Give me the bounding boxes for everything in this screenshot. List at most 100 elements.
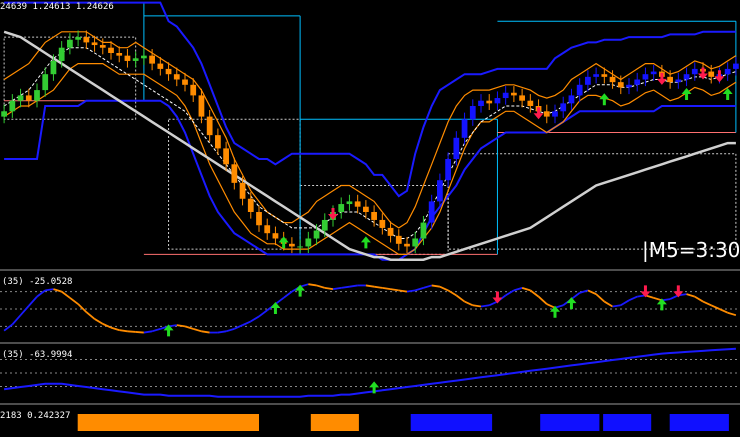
candle-body [691,68,698,75]
oscillator-segment [349,284,358,288]
candle-body [264,225,271,234]
oscillator-segment [398,289,408,293]
candle-body [75,37,81,40]
candle-body [683,74,690,80]
candle-body [297,246,303,248]
candle-body [338,204,345,212]
oscillator-segment [472,304,482,308]
candle-body [511,92,517,96]
oscillator-panel [0,283,740,337]
candle-body [437,180,443,202]
candle-body [239,182,246,199]
signal-block [669,414,729,431]
oscillator-segment [587,289,597,295]
oscillator-segment [332,287,342,291]
candle-body [354,201,361,207]
candle-body [733,63,739,69]
oscillator-segment [316,284,326,289]
candle-body [626,84,632,88]
oscillator-segment [250,315,260,323]
oscillator-segment [529,289,540,298]
oscillator-segment [513,287,523,292]
oscillator-segment [135,331,144,334]
candle-body [568,95,575,104]
candle-body [206,116,213,136]
oscillator-segment [274,297,285,305]
candle-body [519,95,525,101]
oscillator-segment [414,287,424,292]
candle-body [478,100,484,106]
candle-body [642,74,649,80]
candle-body [585,76,591,85]
candle-body [83,37,90,43]
candle-body [650,71,657,75]
candle-body [486,100,493,104]
oscillator-segment [19,305,30,316]
trading-chart: 24639 1.24613 1.24626 |M5=3:30 (35) -25.… [0,1,740,431]
oscillator-segment [431,284,441,288]
band-upper-line [4,1,736,198]
candle-body [724,68,731,75]
oscillator-segment [110,326,120,331]
oscillator-segment [669,294,679,300]
buy-arrow-icon [360,236,371,249]
candle-body [91,42,98,46]
dashed-box [447,153,737,250]
candle-body [50,60,57,75]
candle-body [395,235,402,244]
candle-body [601,74,608,77]
oscillator-segment [480,304,490,308]
oscillator-segment [628,295,638,302]
candle-body [34,90,40,101]
candle-body [256,212,262,226]
candle-body [708,71,715,77]
buy-arrow-icon [681,88,692,100]
oscillator-segment [53,288,62,293]
oscillator-segment [603,300,614,308]
oscillator-segment [365,284,375,288]
main-price-panel [1,1,739,261]
candle-body [116,53,123,56]
candle-body [165,68,172,75]
oscillator-segment [620,299,630,307]
oscillator-segment [233,324,243,330]
candle-body [215,135,221,149]
buy-arrow-icon [270,302,281,315]
candle-timer-text: |M5=3:30 [642,238,740,262]
candle-body [9,100,16,112]
candle-body [543,111,550,117]
candle-body [272,233,279,239]
candle-body [387,227,394,236]
buy-arrow-icon [566,297,577,310]
candle-body [58,47,65,61]
oscillator-header-text: (35) -25.0528 [2,277,72,287]
candle-body [461,119,468,138]
candle-body [445,159,451,181]
candle-body [560,103,567,112]
candle-body [198,95,205,117]
oscillator-segment [28,296,38,307]
oscillator-segment [258,309,268,318]
candle-body [634,79,641,85]
oscillator-segment [537,295,548,305]
sell-arrow-icon [492,291,503,304]
oscillator-segment [686,293,696,298]
trend-header-text: (35) -63.9994 [2,350,72,360]
oscillator-segment [69,297,79,305]
oscillator-segment [521,287,531,292]
oscillator-segment [217,330,227,334]
buy-arrow-icon [599,93,610,106]
signal-block [603,414,652,431]
candle-body [321,219,328,231]
candle-body [609,76,616,83]
signal-header-text: 2183 0.242327 [0,411,70,421]
oscillator-segment [464,300,474,307]
oscillator-segment [727,311,737,317]
oscillator-segment [382,287,391,291]
oscillator-segment [94,318,104,325]
candle-body [182,79,188,85]
candle-body [190,84,197,96]
oscillator-segment [570,292,581,300]
oscillator-segment [612,304,621,308]
oscillator-segment [341,285,350,289]
